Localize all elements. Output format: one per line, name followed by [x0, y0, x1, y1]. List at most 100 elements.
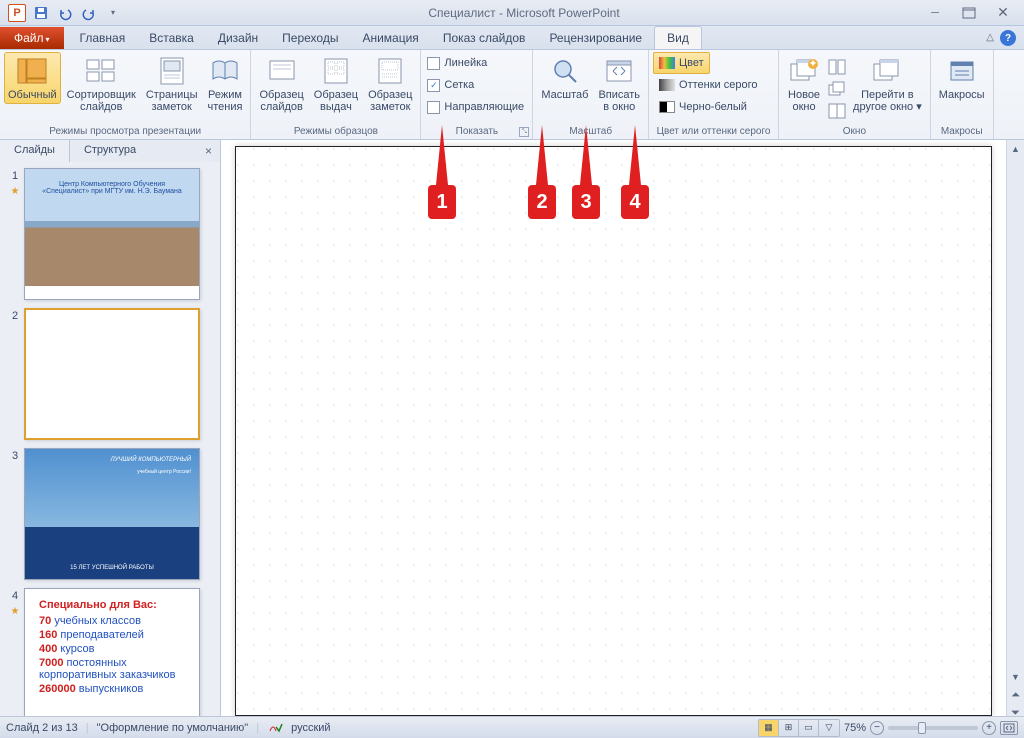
minimize-ribbon-icon[interactable]: △: [986, 32, 994, 43]
slides-list[interactable]: 1★ Центр Компьютерного Обучения «Специал…: [0, 162, 220, 722]
slide-thumbnail-2[interactable]: 2: [6, 308, 214, 440]
close-panel-icon[interactable]: ×: [197, 140, 220, 162]
notes-master-button[interactable]: Образецзаметок: [364, 52, 416, 116]
bw-icon: [659, 101, 675, 113]
group-label: Режимы просмотра презентации: [4, 123, 246, 139]
slide-sorter-button[interactable]: Сортировщикслайдов: [63, 52, 140, 116]
black-white-button[interactable]: Черно-белый: [653, 96, 753, 118]
normal-view-button[interactable]: Обычный: [4, 52, 61, 104]
theme-name: "Оформление по умолчанию": [97, 722, 249, 734]
show-dialog-launcher[interactable]: ⤡: [519, 127, 529, 137]
slide-thumbnail-4[interactable]: 4★ Специально для Вас: 70 учебных классо…: [6, 588, 214, 720]
zoom-in-button[interactable]: +: [982, 721, 996, 735]
gridlines-checkbox[interactable]: ✓Сетка: [425, 74, 476, 96]
slide-thumbnail-1[interactable]: 1★ Центр Компьютерного Обучения «Специал…: [6, 168, 214, 300]
quick-access-toolbar: P ▾: [0, 3, 124, 23]
fit-zoom-button[interactable]: [1000, 721, 1018, 735]
slide-master-icon: [266, 55, 298, 87]
guides-checkbox[interactable]: Направляющие: [425, 96, 526, 118]
scroll-down-icon[interactable]: ▼: [1007, 668, 1024, 686]
zoom-button[interactable]: Масштаб: [537, 52, 592, 104]
reading-view-icon: [209, 55, 241, 87]
zoom-slider[interactable]: [888, 726, 978, 730]
app-icon[interactable]: P: [6, 3, 28, 23]
reading-view-icon[interactable]: ▭: [799, 720, 819, 736]
zoom-out-button[interactable]: −: [870, 721, 884, 735]
redo-button[interactable]: [78, 3, 100, 23]
cascade-icon: [829, 82, 845, 96]
sorter-view-icon[interactable]: ⊞: [779, 720, 799, 736]
cascade-button[interactable]: [827, 78, 847, 100]
slide-thumbnail-3[interactable]: 3 ЛУЧШИЙ КОМПЬЮТЕРНЫЙ учебный центр Росс…: [6, 448, 214, 580]
checkbox-checked-icon: ✓: [427, 79, 440, 92]
switch-windows-icon: [871, 55, 903, 87]
save-button[interactable]: [30, 3, 52, 23]
close-button[interactable]: ✕: [992, 5, 1014, 21]
checkbox-unchecked-icon: [427, 57, 440, 70]
slides-panel-tabs: Слайды Структура ×: [0, 140, 220, 162]
outline-tab[interactable]: Структура: [70, 140, 150, 162]
normal-view-icon[interactable]: ▦: [759, 720, 779, 736]
grayscale-button[interactable]: Оттенки серого: [653, 74, 763, 96]
prev-slide-icon[interactable]: ⏶: [1007, 686, 1024, 704]
grayscale-icon: [659, 79, 675, 91]
slides-tab[interactable]: Слайды: [0, 140, 70, 162]
tab-view[interactable]: Вид: [654, 26, 702, 49]
tab-insert[interactable]: Вставка: [137, 27, 206, 49]
tab-home[interactable]: Главная: [68, 27, 138, 49]
maximize-button[interactable]: [958, 5, 980, 21]
vertical-scrollbar[interactable]: ▲ ▼ ⏶ ⏷: [1006, 140, 1024, 722]
spellcheck-icon[interactable]: [267, 720, 283, 736]
color-palette-icon: [659, 57, 675, 69]
slide-master-button[interactable]: Образецслайдов: [255, 52, 307, 116]
scroll-up-icon[interactable]: ▲: [1007, 140, 1024, 158]
zoom-icon: [549, 55, 581, 87]
undo-button[interactable]: [54, 3, 76, 23]
arrange-all-button[interactable]: [827, 56, 847, 78]
fit-window-icon: [603, 55, 635, 87]
group-master-views: Образецслайдов Образецвыдач Образецзамет…: [251, 50, 421, 139]
ribbon-tabs: Файл Главная Вставка Дизайн Переходы Ани…: [0, 26, 1024, 50]
help-icon[interactable]: ?: [1000, 30, 1016, 46]
color-button[interactable]: Цвет: [653, 52, 710, 74]
tab-design[interactable]: Дизайн: [206, 27, 270, 49]
normal-view-label: Обычный: [8, 89, 57, 101]
animation-icon: ★: [11, 606, 20, 617]
animation-icon: ★: [11, 186, 20, 197]
zoom-percent[interactable]: 75%: [844, 722, 866, 734]
annotation-1: 1: [428, 185, 456, 219]
handout-master-button[interactable]: Образецвыдач: [310, 52, 362, 116]
checkbox-unchecked-icon: [427, 101, 440, 114]
tab-slideshow[interactable]: Показ слайдов: [431, 27, 538, 49]
ruler-checkbox[interactable]: Линейка: [425, 52, 489, 74]
fit-to-window-button[interactable]: Вписатьв окно: [594, 52, 644, 116]
slide-counter: Слайд 2 из 13: [6, 722, 78, 734]
tab-review[interactable]: Рецензирование: [537, 27, 654, 49]
zoom-slider-thumb[interactable]: [918, 722, 926, 734]
macros-button[interactable]: Макросы: [935, 52, 989, 104]
handout-master-icon: [320, 55, 352, 87]
tab-transitions[interactable]: Переходы: [270, 27, 350, 49]
group-window: ✦ Новоеокно Перейти вдругое окно ▾ Окно: [779, 50, 931, 139]
tab-file[interactable]: Файл: [0, 27, 64, 49]
switch-windows-button[interactable]: Перейти вдругое окно ▾: [849, 52, 926, 116]
macros-icon: [946, 55, 978, 87]
tab-animations[interactable]: Анимация: [350, 27, 430, 49]
new-window-button[interactable]: ✦ Новоеокно: [783, 52, 825, 116]
notes-page-button[interactable]: Страницызаметок: [142, 52, 202, 116]
qat-customize[interactable]: ▾: [102, 3, 124, 23]
minimize-button[interactable]: ─: [924, 5, 946, 21]
slideshow-view-icon[interactable]: ▽: [819, 720, 839, 736]
scroll-track[interactable]: [1007, 158, 1024, 668]
svg-text:✦: ✦: [808, 58, 817, 70]
language-indicator[interactable]: русский: [291, 722, 330, 734]
arrange-all-icon: [829, 60, 845, 74]
move-split-button[interactable]: [827, 100, 847, 122]
slide-edit-area[interactable]: [221, 140, 1006, 722]
slide-canvas[interactable]: [235, 146, 992, 716]
reading-view-button[interactable]: Режимчтения: [204, 52, 247, 116]
annotation-4: 4: [621, 185, 649, 219]
annotation-2: 2: [528, 185, 556, 219]
annotation-3: 3: [572, 185, 600, 219]
titlebar: P ▾ Специалист - Microsoft PowerPoint ─ …: [0, 0, 1024, 26]
